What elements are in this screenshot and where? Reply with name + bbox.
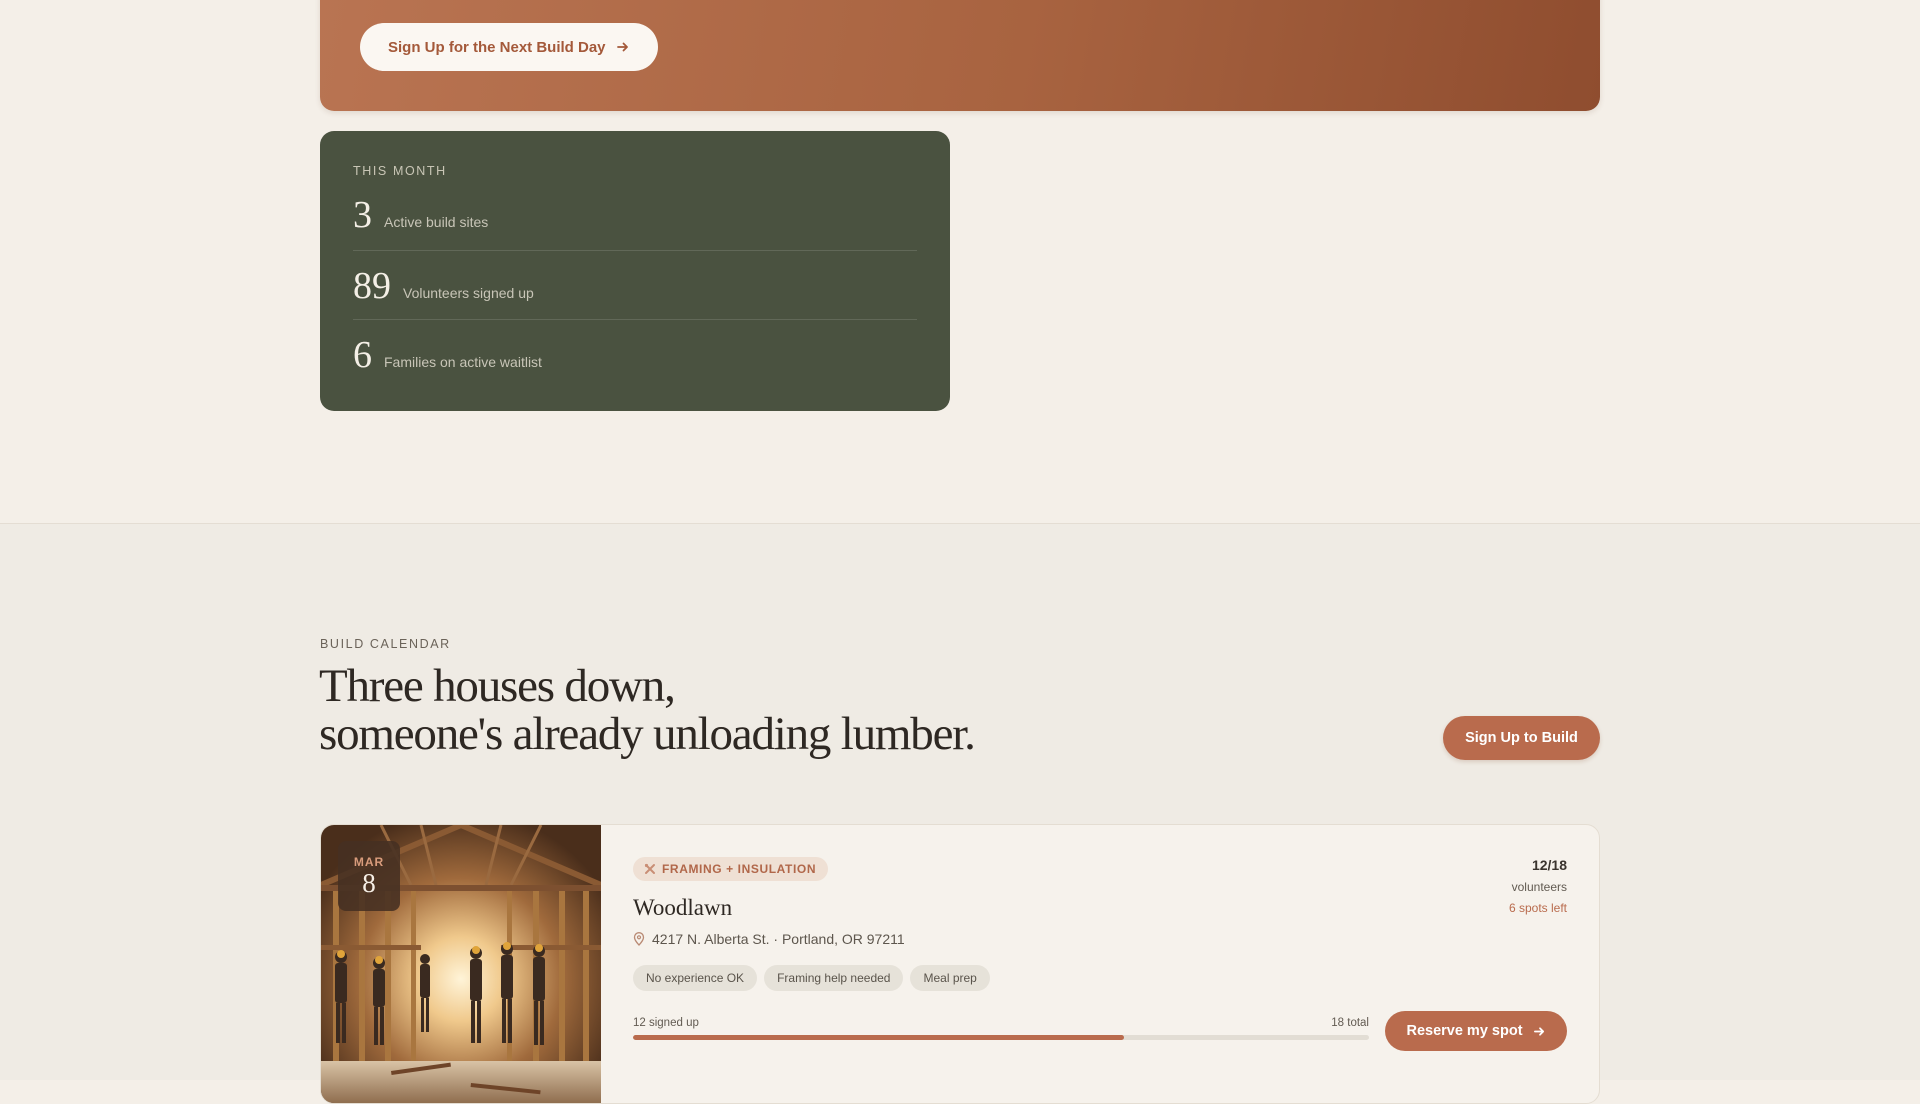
map-pin-icon [633, 932, 645, 946]
chip-meal-prep: Meal prep [910, 965, 990, 991]
calendar-title-line: Three houses down, [319, 660, 676, 712]
stat-row: 3 Active build sites [353, 196, 917, 251]
signup-progress: 12 signed up 18 total [633, 1017, 1369, 1040]
stat-value: 89 [353, 265, 391, 307]
site-address: 4217 N. Alberta St. · Portland, OR 97211 [633, 931, 905, 947]
reserve-spot-button[interactable]: Reserve my spot [1385, 1011, 1567, 1051]
hero-banner: Sign Up for the Next Build Day [320, 0, 1600, 111]
date-badge: MAR 8 [338, 841, 400, 911]
site-name: Woodlawn [633, 895, 733, 920]
build-card: MAR 8 FRAMING + INSULATION Woodlawn 4217… [320, 824, 1600, 1104]
build-site-photo: MAR 8 [321, 825, 601, 1103]
stat-label: Volunteers signed up [403, 285, 534, 301]
progress-track [633, 1035, 1369, 1040]
build-phase-tag: FRAMING + INSULATION [633, 857, 829, 881]
sign-up-to-build-button[interactable]: Sign Up to Build [1443, 716, 1600, 760]
stats-eyebrow: THIS MONTH [353, 164, 447, 178]
volunteer-capacity: 12/18 volunteers 6 spots left [1509, 857, 1567, 915]
next-build-day-button[interactable]: Sign Up for the Next Build Day [360, 23, 658, 71]
arrow-right-icon [1533, 1026, 1544, 1036]
calendar-eyebrow: BUILD CALENDAR [320, 637, 451, 651]
progress-fill [633, 1035, 1124, 1040]
site-address-text: 4217 N. Alberta St. · Portland, OR 97211 [652, 931, 905, 947]
chip-no-experience: No experience OK [633, 965, 758, 991]
date-day: 8 [362, 868, 376, 898]
stat-label: Active build sites [384, 214, 489, 230]
stat-label: Families on active waitlist [384, 354, 542, 370]
calendar-title-line: someone's already unloading lumber. [319, 708, 976, 760]
chip-framing-help: Framing help needed [764, 965, 904, 991]
total-label: 18 total [1331, 1017, 1369, 1029]
tools-icon [644, 863, 655, 874]
calendar-title: Three houses down, someone's already unl… [319, 660, 976, 760]
arrow-right-icon [616, 42, 628, 52]
stat-value: 6 [353, 334, 372, 376]
build-chips: No experience OK Framing help needed Mea… [633, 965, 990, 991]
date-month: MAR [353, 855, 385, 869]
capacity-count: 12/18 [1531, 857, 1567, 873]
reserve-spot-label: Reserve my spot [1406, 1023, 1523, 1039]
monthly-stats-card: THIS MONTH 3 Active build sites 89 Volun… [320, 131, 950, 411]
stat-row: 6 Families on active waitlist [353, 320, 917, 389]
next-build-day-label: Sign Up for the Next Build Day [388, 38, 606, 56]
build-phase-label: FRAMING + INSULATION [662, 862, 817, 876]
spots-left: 6 spots left [1508, 901, 1567, 915]
stat-row: 89 Volunteers signed up [353, 251, 917, 320]
signed-up-label: 12 signed up [633, 1017, 699, 1029]
stat-value: 3 [353, 194, 372, 236]
capacity-label: volunteers [1511, 880, 1567, 894]
